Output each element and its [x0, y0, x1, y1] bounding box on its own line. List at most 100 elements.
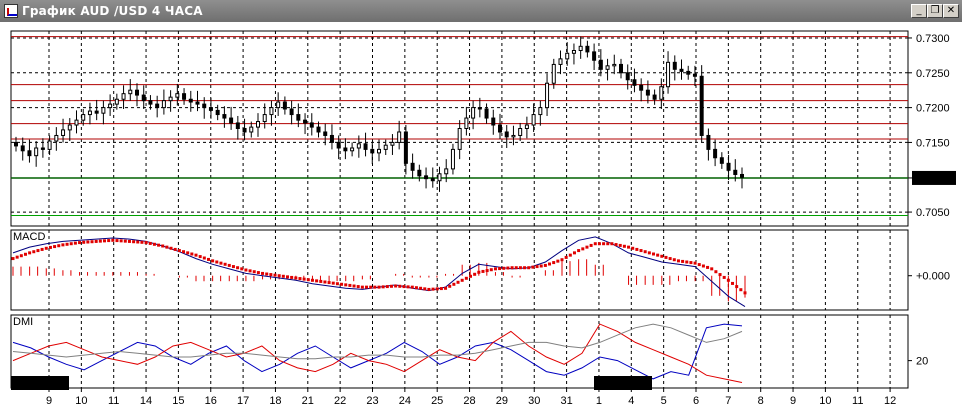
candle-body	[504, 131, 509, 138]
macd-signal-dot	[726, 278, 730, 282]
x-axis-day-label: 6	[693, 395, 699, 407]
chart-canvas[interactable]: 0.7300 0.7250 0.7200 0.7150 0.7099 0.7050 MACD…	[0, 22, 962, 414]
candle-body	[619, 63, 623, 74]
macd-signal-dot	[340, 282, 344, 286]
candle-body	[719, 157, 724, 164]
macd-signal-dot	[398, 284, 402, 288]
window-title: График AUD /USD 4 ЧАСА	[22, 4, 203, 18]
candle-body	[363, 143, 368, 150]
macd-signal-dot	[294, 276, 298, 280]
x-axis-day-label: 12	[884, 395, 896, 407]
candle-body	[188, 98, 193, 103]
candle-body	[585, 45, 590, 53]
candle-body	[269, 107, 274, 116]
candle-body	[740, 173, 744, 178]
macd-signal-dot	[356, 285, 360, 289]
macd-signal-dot	[593, 242, 597, 246]
candle-body	[370, 148, 375, 154]
x-axis-day-label: 28	[463, 395, 475, 407]
candle-body	[161, 100, 166, 109]
macd-signal-dot	[40, 247, 44, 251]
candle-body	[256, 121, 260, 128]
macd-signal-dot	[48, 245, 52, 249]
macd-signal-dot	[132, 240, 136, 244]
macd-signal-dot	[157, 243, 161, 247]
macd-signal-dot	[506, 266, 510, 270]
macd-signal-dot	[473, 272, 477, 276]
macd-signal-dot	[419, 286, 423, 290]
macd-signal-dot	[115, 239, 119, 243]
candle-body	[34, 147, 39, 157]
candle-body	[632, 79, 637, 86]
candle-body	[208, 107, 213, 111]
candle-body	[67, 124, 72, 131]
candle-body	[397, 131, 402, 143]
macd-signal-dot	[431, 287, 435, 291]
x-axis-day-label: 7	[725, 395, 731, 407]
price-axis-label: 0.7300	[916, 33, 950, 45]
macd-signal-dot	[602, 242, 606, 246]
macd-signal-dot	[123, 239, 127, 243]
macd-signal-dot	[681, 259, 685, 263]
macd-signal-dot	[676, 259, 680, 263]
macd-signal-dot	[456, 280, 460, 284]
macd-signal-dot	[236, 266, 240, 270]
candle-body	[27, 150, 32, 157]
macd-signal-dot	[231, 265, 235, 269]
macd-signal-dot	[256, 271, 260, 275]
month-tag-label: Фев 2019	[598, 378, 646, 390]
candle-body	[14, 141, 18, 147]
x-axis-day-label: 15	[172, 395, 184, 407]
macd-signal-dot	[427, 287, 431, 291]
macd-signal-dot	[148, 241, 152, 245]
close-button[interactable]: ✕	[943, 4, 959, 18]
macd-signal-dot	[423, 287, 427, 291]
macd-signal-dot	[502, 266, 506, 270]
macd-signal-dot	[240, 267, 244, 271]
minimize-button[interactable]: _	[911, 4, 927, 18]
x-axis-day-label: 16	[205, 395, 217, 407]
macd-signal-dot	[656, 253, 660, 257]
candle-body	[296, 114, 301, 121]
restore-button[interactable]: ❐	[927, 4, 943, 18]
candle-body	[329, 134, 334, 143]
macd-signal-dot	[36, 249, 40, 253]
candle-body	[666, 61, 671, 88]
macd-signal-dot	[627, 245, 631, 249]
macd-signal-dot	[44, 246, 48, 250]
macd-signal-dot	[735, 285, 739, 289]
candle-body	[356, 143, 361, 149]
macd-signal-dot	[689, 261, 693, 265]
candle-body	[457, 128, 462, 150]
macd-signal-dot	[385, 285, 389, 289]
macd-signal-dot	[568, 253, 572, 257]
macd-signal-dot	[706, 265, 710, 269]
macd-signal-dot	[360, 285, 364, 289]
candle-body	[182, 93, 187, 100]
candle-body	[350, 147, 355, 152]
x-axis-day-label: 25	[431, 395, 443, 407]
macd-signal-dot	[290, 275, 294, 279]
macd-signal-dot	[647, 251, 651, 255]
macd-signal-dot	[381, 285, 385, 289]
candle-body	[276, 101, 281, 109]
macd-signal-dot	[469, 274, 472, 278]
candle-body	[672, 61, 677, 70]
macd-signal-dot	[489, 268, 493, 272]
candle-body	[121, 93, 126, 100]
candle-body	[377, 148, 381, 154]
macd-signal-dot	[485, 269, 489, 273]
chart-area[interactable]: 0.7300 0.7250 0.7200 0.7150 0.7099 0.7050 MACD…	[0, 22, 962, 414]
candle-body	[571, 50, 576, 54]
macd-signal-dot	[389, 284, 393, 288]
macd-signal-dot	[327, 281, 331, 285]
x-axis-day-label: 9	[790, 395, 796, 407]
macd-signal-dot	[527, 266, 531, 270]
title-bar[interactable]: График AUD /USD 4 ЧАСА _ ❐ ✕	[0, 0, 962, 23]
macd-signal-dot	[539, 264, 543, 268]
x-axis-day-label: 10	[75, 395, 87, 407]
macd-signal-dot	[182, 250, 186, 254]
macd-signal-dot	[28, 251, 32, 255]
macd-signal-dot	[493, 267, 497, 271]
macd-signal-dot	[402, 285, 406, 289]
